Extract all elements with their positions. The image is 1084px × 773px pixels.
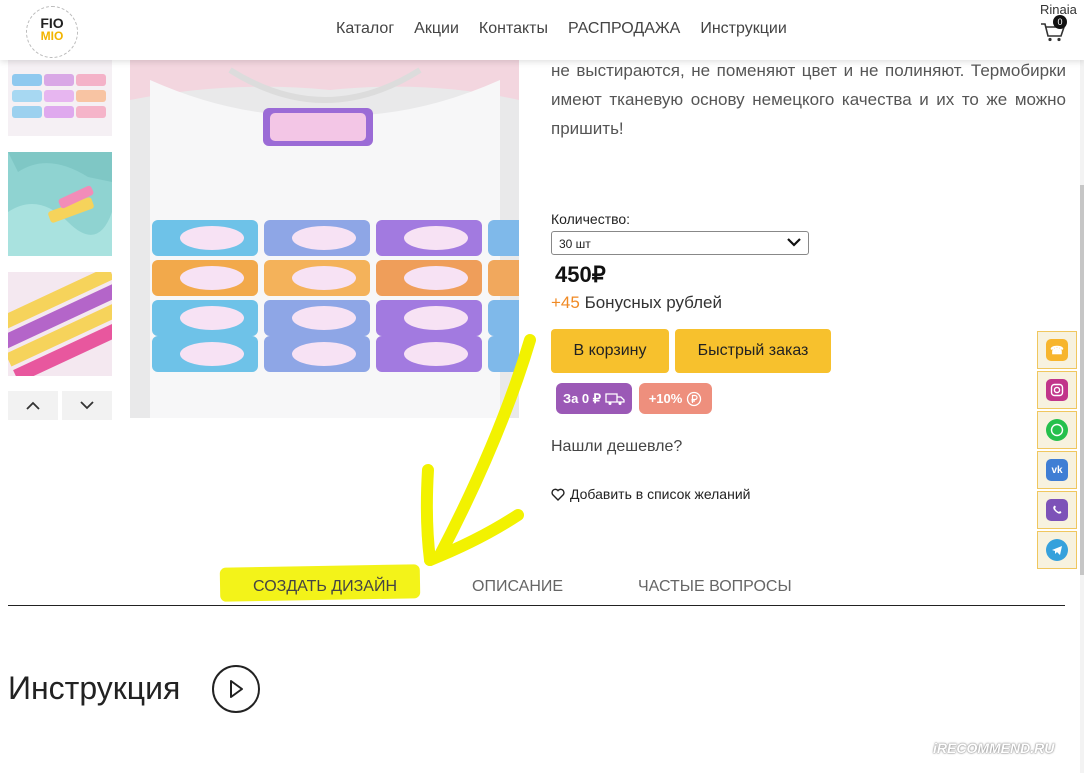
nav-sale[interactable]: РАСПРОДАЖА xyxy=(568,20,680,38)
main-nav: Каталог Акции Контакты РАСПРОДАЖА Инстру… xyxy=(336,20,787,38)
free-delivery-text: За 0 ₽ xyxy=(562,390,602,406)
instagram-icon xyxy=(1046,379,1068,401)
logo-text-top: FIO xyxy=(40,15,64,31)
product-price: 450₽ xyxy=(555,262,606,287)
add-to-cart-button[interactable]: В корзину xyxy=(551,329,669,373)
cashback-text: +10% xyxy=(648,391,683,406)
social-vk[interactable]: vk xyxy=(1037,451,1077,489)
play-icon xyxy=(230,680,243,698)
tab-description[interactable]: ОПИСАНИЕ xyxy=(472,578,563,596)
bonus-text: Бонусных рублей xyxy=(579,293,723,312)
thumbnail-3[interactable] xyxy=(8,272,112,376)
social-phone[interactable]: ☎ xyxy=(1037,331,1077,369)
wishlist-label: Добавить в список желаний xyxy=(570,486,751,502)
quantity-selected-value: 30 шт xyxy=(559,237,591,251)
ruble-coin-icon xyxy=(687,391,702,406)
logo-text-bottom: MIO xyxy=(40,29,64,43)
heart-icon xyxy=(551,488,565,501)
scrollbar-thumb[interactable] xyxy=(1080,185,1084,575)
nav-catalog[interactable]: Каталог xyxy=(336,20,394,38)
cart-count-badge: 0 xyxy=(1053,15,1067,29)
social-viber[interactable] xyxy=(1037,491,1077,529)
whatsapp-icon xyxy=(1046,419,1068,441)
bonus-info: +45 Бонусных рублей xyxy=(551,293,722,313)
truck-icon xyxy=(605,392,625,405)
tab-faq[interactable]: ЧАСТЫЕ ВОПРОСЫ xyxy=(638,578,792,596)
nav-promotions[interactable]: Акции xyxy=(414,20,459,38)
chevron-up-icon xyxy=(26,401,40,410)
logo[interactable]: FIO MIO xyxy=(26,6,78,58)
site-header: FIO MIO Каталог Акции Контакты РАСПРОДАЖ… xyxy=(0,0,1084,60)
phone-icon: ☎ xyxy=(1046,339,1068,361)
bonus-points: +45 xyxy=(551,293,580,312)
quantity-select[interactable]: 30 шт xyxy=(551,231,809,255)
thumbs-down-button[interactable] xyxy=(62,391,112,420)
vk-icon: vk xyxy=(1046,459,1068,481)
quick-order-button[interactable]: Быстрый заказ xyxy=(675,329,831,373)
tabs-divider xyxy=(8,605,1065,606)
viber-icon xyxy=(1046,499,1068,521)
thumbs-up-button[interactable] xyxy=(8,391,58,420)
yellow-arrow-annotation xyxy=(420,334,536,566)
nav-instructions[interactable]: Инструкции xyxy=(700,20,786,38)
chevron-down-icon xyxy=(80,401,94,410)
cashback-badge[interactable]: +10% xyxy=(639,383,712,414)
social-whatsapp[interactable] xyxy=(1037,411,1077,449)
telegram-icon xyxy=(1046,539,1068,561)
found-cheaper-link[interactable]: Нашли дешевле? xyxy=(551,438,682,456)
free-delivery-badge[interactable]: За 0 ₽ xyxy=(556,383,632,414)
add-to-wishlist-link[interactable]: Добавить в список желаний xyxy=(551,486,750,502)
thumbnail-1[interactable] xyxy=(8,60,112,136)
instruction-play-button[interactable] xyxy=(212,665,260,713)
tab-create-design[interactable]: СОЗДАТЬ ДИЗАЙН xyxy=(253,578,397,596)
social-instagram[interactable] xyxy=(1037,371,1077,409)
thumbnail-2[interactable] xyxy=(8,152,112,256)
watermark: iRECOMMEND.RU xyxy=(933,740,1055,756)
instruction-title: Инструкция xyxy=(8,670,181,706)
social-telegram[interactable] xyxy=(1037,531,1077,569)
product-description: не выстираются, не поменяют цвет и не по… xyxy=(551,61,1066,138)
nav-contacts[interactable]: Контакты xyxy=(479,20,548,38)
chevron-down-icon xyxy=(787,238,801,247)
quantity-label: Количество: xyxy=(551,211,631,227)
